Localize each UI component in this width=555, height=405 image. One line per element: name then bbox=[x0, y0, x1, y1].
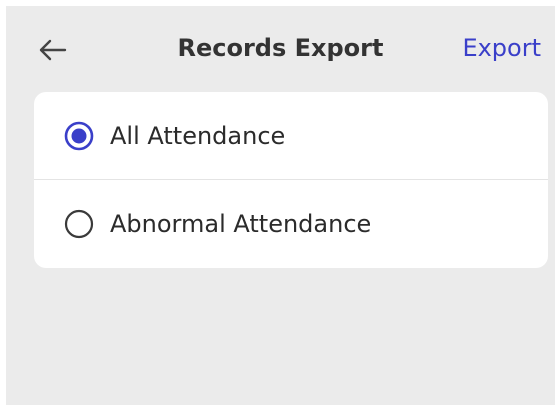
radio-unselected-icon[interactable] bbox=[64, 209, 94, 239]
option-label: All Attendance bbox=[110, 121, 286, 150]
option-abnormal-attendance[interactable]: Abnormal Attendance bbox=[34, 180, 548, 267]
radio-selected-icon[interactable] bbox=[64, 121, 94, 151]
records-export-screen: Records Export Export All Attendance Abn… bbox=[6, 6, 555, 405]
option-all-attendance[interactable]: All Attendance bbox=[34, 92, 548, 179]
option-label: Abnormal Attendance bbox=[110, 209, 372, 238]
export-options-card: All Attendance Abnormal Attendance bbox=[34, 92, 548, 268]
header-bar: Records Export Export bbox=[6, 6, 555, 94]
export-button[interactable]: Export bbox=[462, 34, 541, 62]
